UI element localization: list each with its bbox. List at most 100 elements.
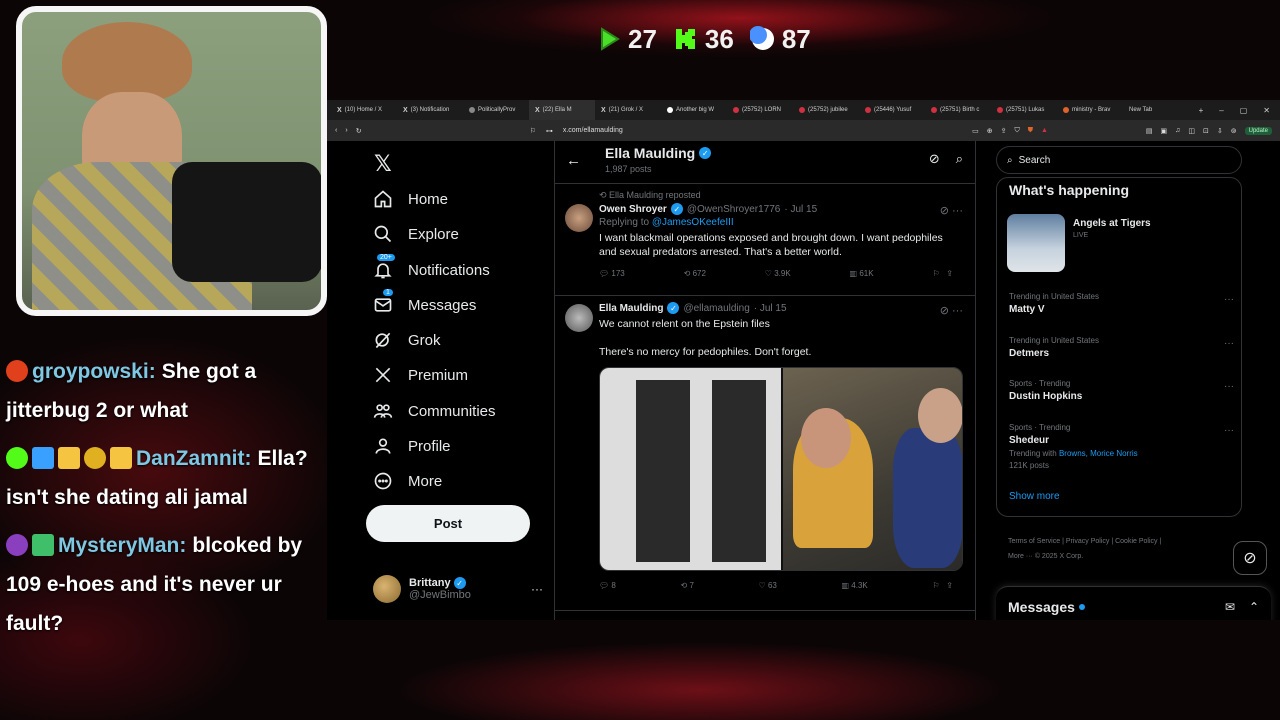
trend-item[interactable]: Trending in United States Detmers ··· xyxy=(1009,336,1234,359)
nav-grok[interactable]: Grok xyxy=(373,330,441,350)
tweet[interactable]: Ella Maulding ✓ @ellamaulding · Jul 15 ⊘… xyxy=(555,296,975,611)
trend-item[interactable]: Sports · Trending Dustin Hopkins ··· xyxy=(1009,379,1234,402)
avatar[interactable] xyxy=(565,304,593,332)
show-more-link[interactable]: Show more xyxy=(1009,491,1060,502)
views-button[interactable]: ▥ 61K xyxy=(850,269,874,278)
reply-to-link[interactable]: @JamesOKeefeIII xyxy=(652,217,734,228)
new-tab-plus-icon[interactable]: + xyxy=(1199,106,1204,115)
trend-item[interactable]: Trending in United States Matty V ··· xyxy=(1009,292,1234,315)
more-dots-icon[interactable]: ··· xyxy=(1224,381,1234,392)
avatar[interactable] xyxy=(565,204,593,232)
account-handle: @JewBimbo xyxy=(409,589,471,602)
browser-tab[interactable]: PoliticallyProv xyxy=(463,100,529,120)
url-field[interactable]: ⚐ ⊶ x.com/ellamaulding xyxy=(530,127,623,135)
messages-drawer[interactable]: Messages ✉ ⌃ xyxy=(996,586,1271,620)
sidebar-toggle-icon[interactable]: ▤ xyxy=(1146,127,1153,135)
x-logo-icon[interactable]: 𝕏 xyxy=(374,151,392,177)
vpn-icon[interactable]: ⊚ xyxy=(1231,127,1237,135)
trend-related-links[interactable]: Browns, Morice Norris xyxy=(1059,449,1138,458)
extension-icon[interactable]: ⛉ xyxy=(1014,127,1019,135)
footer-line[interactable]: More ··· © 2025 X Corp. xyxy=(1008,549,1238,564)
more-dots-icon[interactable]: ··· xyxy=(1224,294,1234,305)
reply-button[interactable]: 💬︎ 8 xyxy=(599,581,616,590)
bookmark-icon[interactable]: ⚐ ⇪ xyxy=(932,581,953,590)
grok-icon[interactable]: ⊘ xyxy=(1233,541,1267,575)
back-icon[interactable]: ‹ xyxy=(335,127,337,134)
nav-communities[interactable]: Communities xyxy=(373,401,496,421)
nav-messages[interactable]: 1 Messages xyxy=(373,289,476,315)
split-view-icon[interactable]: ◫ xyxy=(1188,127,1195,135)
rewards-icon[interactable]: ▲ xyxy=(1041,127,1048,134)
account-switcher[interactable]: Brittany ✓ @JewBimbo ··· xyxy=(373,575,543,603)
live-event[interactable]: Angels at Tigers LIVE xyxy=(1007,214,1151,272)
browser-tab[interactable]: (25751) Birth c xyxy=(925,100,991,120)
nav-notifications[interactable]: 20+ Notifications xyxy=(373,254,490,280)
repost-button[interactable]: ⟲ 672 xyxy=(684,269,706,278)
tweet-media[interactable] xyxy=(599,367,963,571)
browser-tab[interactable]: (25752) jubilee xyxy=(793,100,859,120)
like-button[interactable]: ♡ 3.9K xyxy=(765,269,791,278)
close-icon[interactable]: ✕ xyxy=(1263,106,1270,115)
bookmark-icon[interactable]: ⚐ ⇪ xyxy=(932,269,953,278)
browser-tab[interactable]: X (21) Grok / X xyxy=(595,100,661,120)
more-dots-icon[interactable]: ⊘ ··· xyxy=(940,304,963,317)
nav-profile[interactable]: Profile xyxy=(373,436,451,456)
grok-icon[interactable]: ⊘ xyxy=(929,151,940,167)
browser-tab[interactable]: (25446) Yusuf xyxy=(859,100,925,120)
more-dots-icon[interactable]: ··· xyxy=(531,582,543,596)
sword-badge-icon xyxy=(32,447,54,469)
tweet-date[interactable]: · Jul 15 xyxy=(784,204,817,215)
cast-icon[interactable]: ▭ xyxy=(972,127,979,135)
trend-item[interactable]: Sports · Trending Shedeur Trending with … xyxy=(1009,423,1234,470)
download-icon[interactable]: ⇩ xyxy=(1217,127,1223,135)
shield-icon[interactable]: ⛊ xyxy=(1028,127,1033,135)
share-icon[interactable]: ⇪ xyxy=(1001,127,1007,135)
people-icon xyxy=(373,404,393,418)
author-handle[interactable]: @ellamaulding xyxy=(683,303,749,314)
maximize-icon[interactable]: ▢ xyxy=(1240,106,1248,115)
browser-tab[interactable]: New Tab xyxy=(1123,100,1189,120)
zoom-icon[interactable]: ⊕ xyxy=(987,127,993,135)
post-button[interactable]: Post xyxy=(366,505,530,542)
repost-button[interactable]: ⟲ 7 xyxy=(681,581,694,590)
more-dots-icon[interactable]: ⊘ ··· xyxy=(940,204,963,217)
nav-explore[interactable]: Explore xyxy=(373,224,459,244)
browser-tab[interactable]: X (3) Notification xyxy=(397,100,463,120)
tweet-date[interactable]: · Jul 15 xyxy=(754,303,787,314)
like-button[interactable]: ♡ 63 xyxy=(759,581,777,590)
back-arrow-icon[interactable]: ← xyxy=(566,152,581,169)
author-name[interactable]: Ella Maulding xyxy=(599,303,663,314)
browser-tab[interactable]: Another big W xyxy=(661,100,727,120)
search-icon[interactable]: ⌕ xyxy=(956,151,963,167)
site-info-icon[interactable]: ⊶ xyxy=(546,127,553,135)
music-icon[interactable]: ♫ xyxy=(1175,127,1180,134)
browser-tab[interactable]: X (10) Home / X xyxy=(331,100,397,120)
more-dots-icon[interactable]: ··· xyxy=(1224,338,1234,349)
expand-chevron-icon[interactable]: ⌃ xyxy=(1249,600,1259,614)
bookmark-icon[interactable]: ⚐ xyxy=(530,127,536,135)
search-input[interactable]: ⌕ Search xyxy=(996,146,1242,174)
nav-premium[interactable]: Premium xyxy=(373,365,468,385)
views-button[interactable]: ▥ 4.3K xyxy=(842,581,868,590)
author-handle[interactable]: @OwenShroyer1776 xyxy=(687,204,781,215)
tweet[interactable]: ⟲ Ella Maulding reposted Owen Shroyer ✓ … xyxy=(555,184,975,296)
more-dots-icon[interactable]: ··· xyxy=(1224,425,1234,436)
photo-image[interactable] xyxy=(781,368,962,570)
browser-tab-active[interactable]: X (22) Ella M xyxy=(529,100,595,120)
footer-line[interactable]: Terms of Service | Privacy Policy | Cook… xyxy=(1008,534,1238,549)
compose-message-icon[interactable]: ✉ xyxy=(1225,600,1235,614)
nav-more[interactable]: More xyxy=(373,471,442,491)
wallet-icon[interactable]: ▣ xyxy=(1161,127,1168,135)
redacted-document-image[interactable] xyxy=(600,368,781,570)
browser-tab[interactable]: (25751) Lukas xyxy=(991,100,1057,120)
browser-tab[interactable]: (25752) LORN xyxy=(727,100,793,120)
nav-home[interactable]: Home xyxy=(373,189,448,209)
reload-icon[interactable]: ↻ xyxy=(356,127,362,135)
browser-tab[interactable]: ministry - Brav xyxy=(1057,100,1123,120)
forward-icon[interactable]: › xyxy=(345,127,347,134)
author-name[interactable]: Owen Shroyer xyxy=(599,204,667,215)
reply-button[interactable]: 💬︎ 173 xyxy=(599,269,625,278)
update-button[interactable]: Update xyxy=(1244,126,1272,135)
screenshot-icon[interactable]: ⊡ xyxy=(1203,127,1209,135)
minimize-icon[interactable]: – xyxy=(1219,106,1223,115)
